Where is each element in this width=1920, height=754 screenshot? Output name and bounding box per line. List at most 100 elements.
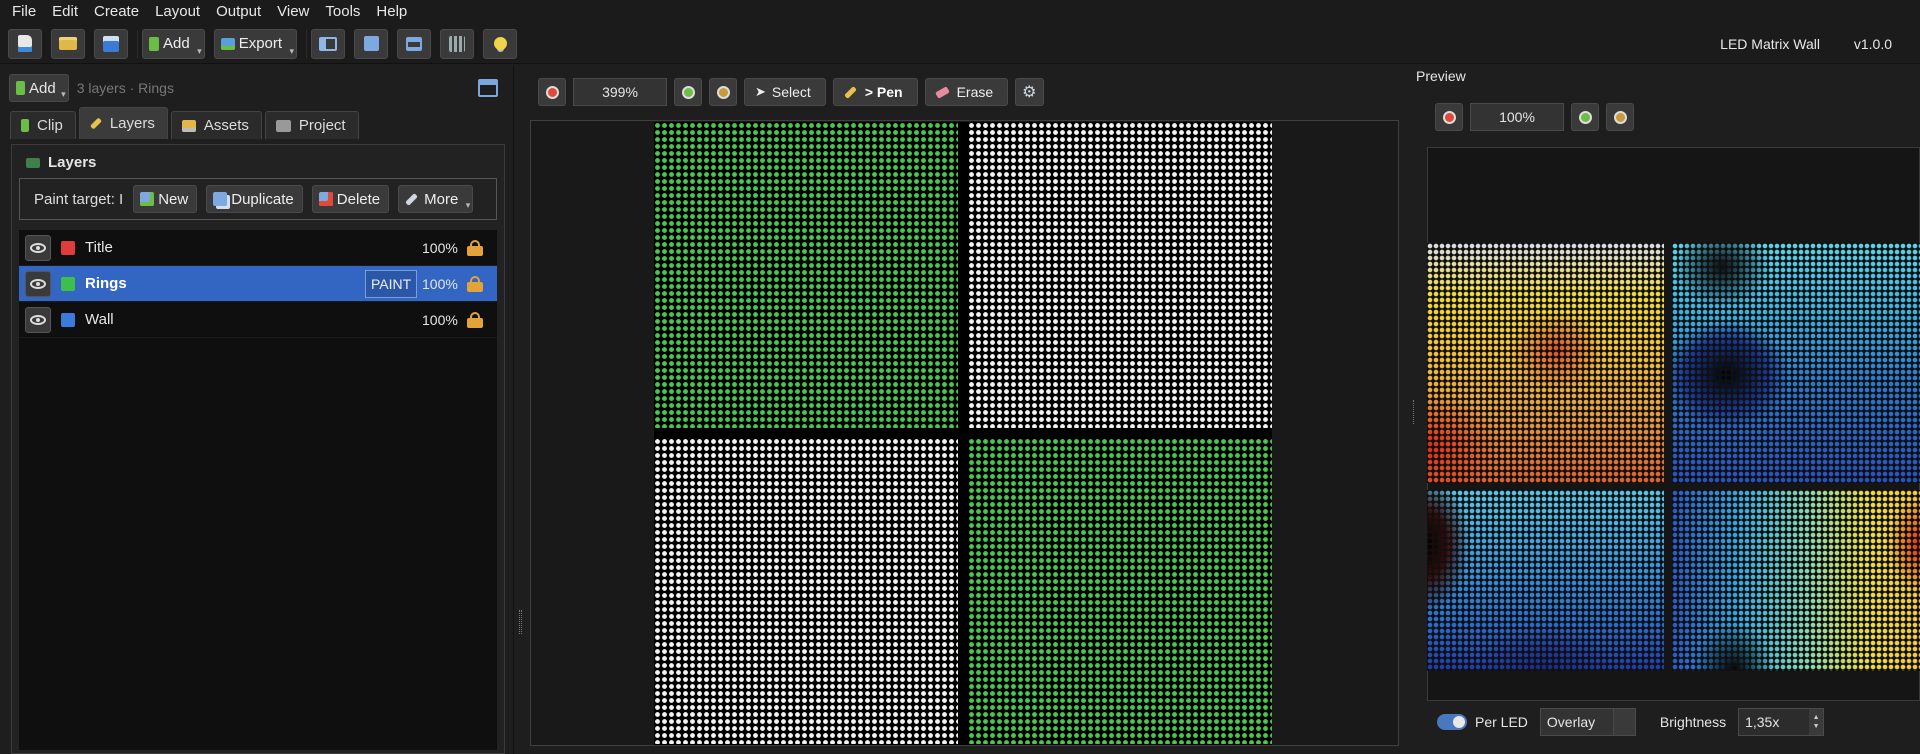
add-layer-button[interactable]: Add ▾ <box>9 74 69 102</box>
per-led-label: Per LED <box>1475 714 1528 730</box>
matrix-panel-bottom-left[interactable] <box>654 438 958 744</box>
matrix-panel-top-left[interactable] <box>654 122 958 428</box>
save-button[interactable] <box>94 28 128 59</box>
matrix-canvas[interactable] <box>530 120 1399 746</box>
preview-panel-bottom-left <box>1427 490 1664 671</box>
pencil-icon <box>89 117 102 130</box>
layer-row-rings[interactable]: Rings PAINT 100% <box>19 266 497 302</box>
layer-summary: 3 layers · Rings <box>76 80 174 96</box>
single-view-button[interactable] <box>354 28 389 59</box>
layer-name: Title <box>85 239 113 256</box>
layer-opacity: 100% <box>422 239 458 256</box>
more-button[interactable]: More ▾ <box>398 185 474 213</box>
preview-panel-top-left <box>1427 243 1664 483</box>
duplicate-layer-button[interactable]: Duplicate <box>206 185 303 213</box>
editor-toolbar: 399% ➤ Select > Pen Erase ⚙ <box>538 78 1051 106</box>
menu-bar: File Edit Create Layout Output View Tool… <box>0 0 1920 24</box>
lock-icon[interactable] <box>467 276 483 292</box>
toolbar-separator <box>306 29 308 58</box>
editor-settings-button[interactable]: ⚙ <box>1015 78 1044 106</box>
zoom-fit-button[interactable] <box>709 78 737 106</box>
menu-create[interactable]: Create <box>86 0 147 24</box>
tab-clip-label: Clip <box>37 117 63 134</box>
lock-icon[interactable] <box>467 312 483 328</box>
select-tool-button[interactable]: ➤ Select <box>744 78 826 106</box>
zoom-out-icon <box>545 85 559 99</box>
delete-layer-label: Delete <box>336 190 381 208</box>
zoom-in-icon <box>1578 110 1592 124</box>
brightness-label: Brightness <box>1659 714 1727 730</box>
layers-title-text: Layers <box>48 154 97 171</box>
layout-panels-button[interactable] <box>311 28 346 59</box>
export-icon <box>220 37 235 50</box>
lock-icon[interactable] <box>467 240 483 256</box>
zoom-in-button[interactable] <box>674 78 702 106</box>
layer-row-wall[interactable]: Wall 100% <box>19 302 497 338</box>
zoom-in-icon <box>681 85 695 99</box>
erase-tool-label: Erase <box>956 84 994 100</box>
layers-title: Layers <box>26 154 96 171</box>
new-file-button[interactable] <box>8 28 42 59</box>
led-matrix[interactable] <box>654 122 1272 745</box>
tab-clip[interactable]: Clip <box>10 111 76 139</box>
layer-row-title[interactable]: Title 100% <box>19 230 497 266</box>
matrix-panel-top-right[interactable] <box>968 122 1272 428</box>
menu-layout[interactable]: Layout <box>147 0 208 24</box>
delete-layer-button[interactable]: Delete <box>311 185 390 213</box>
export-button[interactable]: Export ▾ <box>213 28 298 59</box>
preview-zoom-field[interactable]: 100% <box>1470 103 1564 131</box>
dropdown-arrow-icon: ▾ <box>197 45 202 56</box>
erase-tool-button[interactable]: Erase <box>924 78 1009 106</box>
layer-name: Rings <box>85 275 127 292</box>
visibility-toggle[interactable] <box>25 306 51 333</box>
eraser-icon <box>934 85 950 99</box>
preview-toolbar: 100% <box>1435 103 1641 131</box>
library-button[interactable] <box>440 28 475 59</box>
tab-project-label: Project <box>298 117 346 134</box>
tips-button[interactable] <box>483 28 518 59</box>
left-panel: Add ▾ 3 layers · Rings Clip Layers Asset… <box>0 65 514 754</box>
tab-project[interactable]: Project <box>264 111 359 139</box>
matrix-panel-bottom-right[interactable] <box>968 438 1272 744</box>
add-icon <box>149 36 159 51</box>
layers-icon <box>26 157 40 168</box>
tab-layers[interactable]: Layers <box>78 107 168 139</box>
pen-tool-button[interactable]: > Pen <box>832 78 918 106</box>
more-label: More <box>424 190 459 208</box>
menu-file[interactable]: File <box>4 0 44 24</box>
new-layer-button[interactable]: New <box>133 185 198 213</box>
menu-tools[interactable]: Tools <box>317 0 368 24</box>
zoom-out-button[interactable] <box>538 78 566 106</box>
preview-panel-top-right <box>1672 243 1920 483</box>
split-view-button[interactable] <box>397 28 432 59</box>
per-led-toggle[interactable] <box>1437 714 1467 730</box>
left-tabs: Clip Layers Assets Project <box>10 107 362 139</box>
preview-zoom-in-button[interactable] <box>1571 103 1599 131</box>
folder-icon <box>59 37 77 50</box>
export-label: Export <box>238 35 283 52</box>
visibility-toggle[interactable] <box>25 234 51 261</box>
panel-layout-icon[interactable] <box>478 79 498 97</box>
layer-opacity: 100% <box>422 275 458 292</box>
brightness-value: 1,35x <box>1745 714 1780 730</box>
dropdown-arrow-icon: ▾ <box>465 200 471 210</box>
menu-help[interactable]: Help <box>368 0 415 24</box>
eye-icon <box>30 314 46 325</box>
preview-zoom-out-button[interactable] <box>1435 103 1463 131</box>
spin-arrows-icon[interactable]: ▲ ▼ <box>1809 709 1824 735</box>
blend-mode-select[interactable]: Overlay <box>1539 708 1636 736</box>
visibility-toggle[interactable] <box>25 270 51 297</box>
open-file-button[interactable] <box>51 28 85 59</box>
menu-view[interactable]: View <box>269 0 317 24</box>
new-layer-icon <box>140 192 155 206</box>
tab-assets-label: Assets <box>203 117 249 134</box>
preview-zoom-fit-button[interactable] <box>1606 103 1634 131</box>
menu-output[interactable]: Output <box>208 0 269 24</box>
preview-canvas[interactable] <box>1427 177 1920 671</box>
menu-edit[interactable]: Edit <box>44 0 86 24</box>
zoom-level-field[interactable]: 399% <box>573 78 667 106</box>
brightness-spinbox[interactable]: 1,35x ▲ ▼ <box>1738 708 1825 736</box>
add-button[interactable]: Add ▾ <box>142 28 205 59</box>
cursor-icon: ➤ <box>755 84 766 99</box>
tab-assets[interactable]: Assets <box>170 111 262 139</box>
